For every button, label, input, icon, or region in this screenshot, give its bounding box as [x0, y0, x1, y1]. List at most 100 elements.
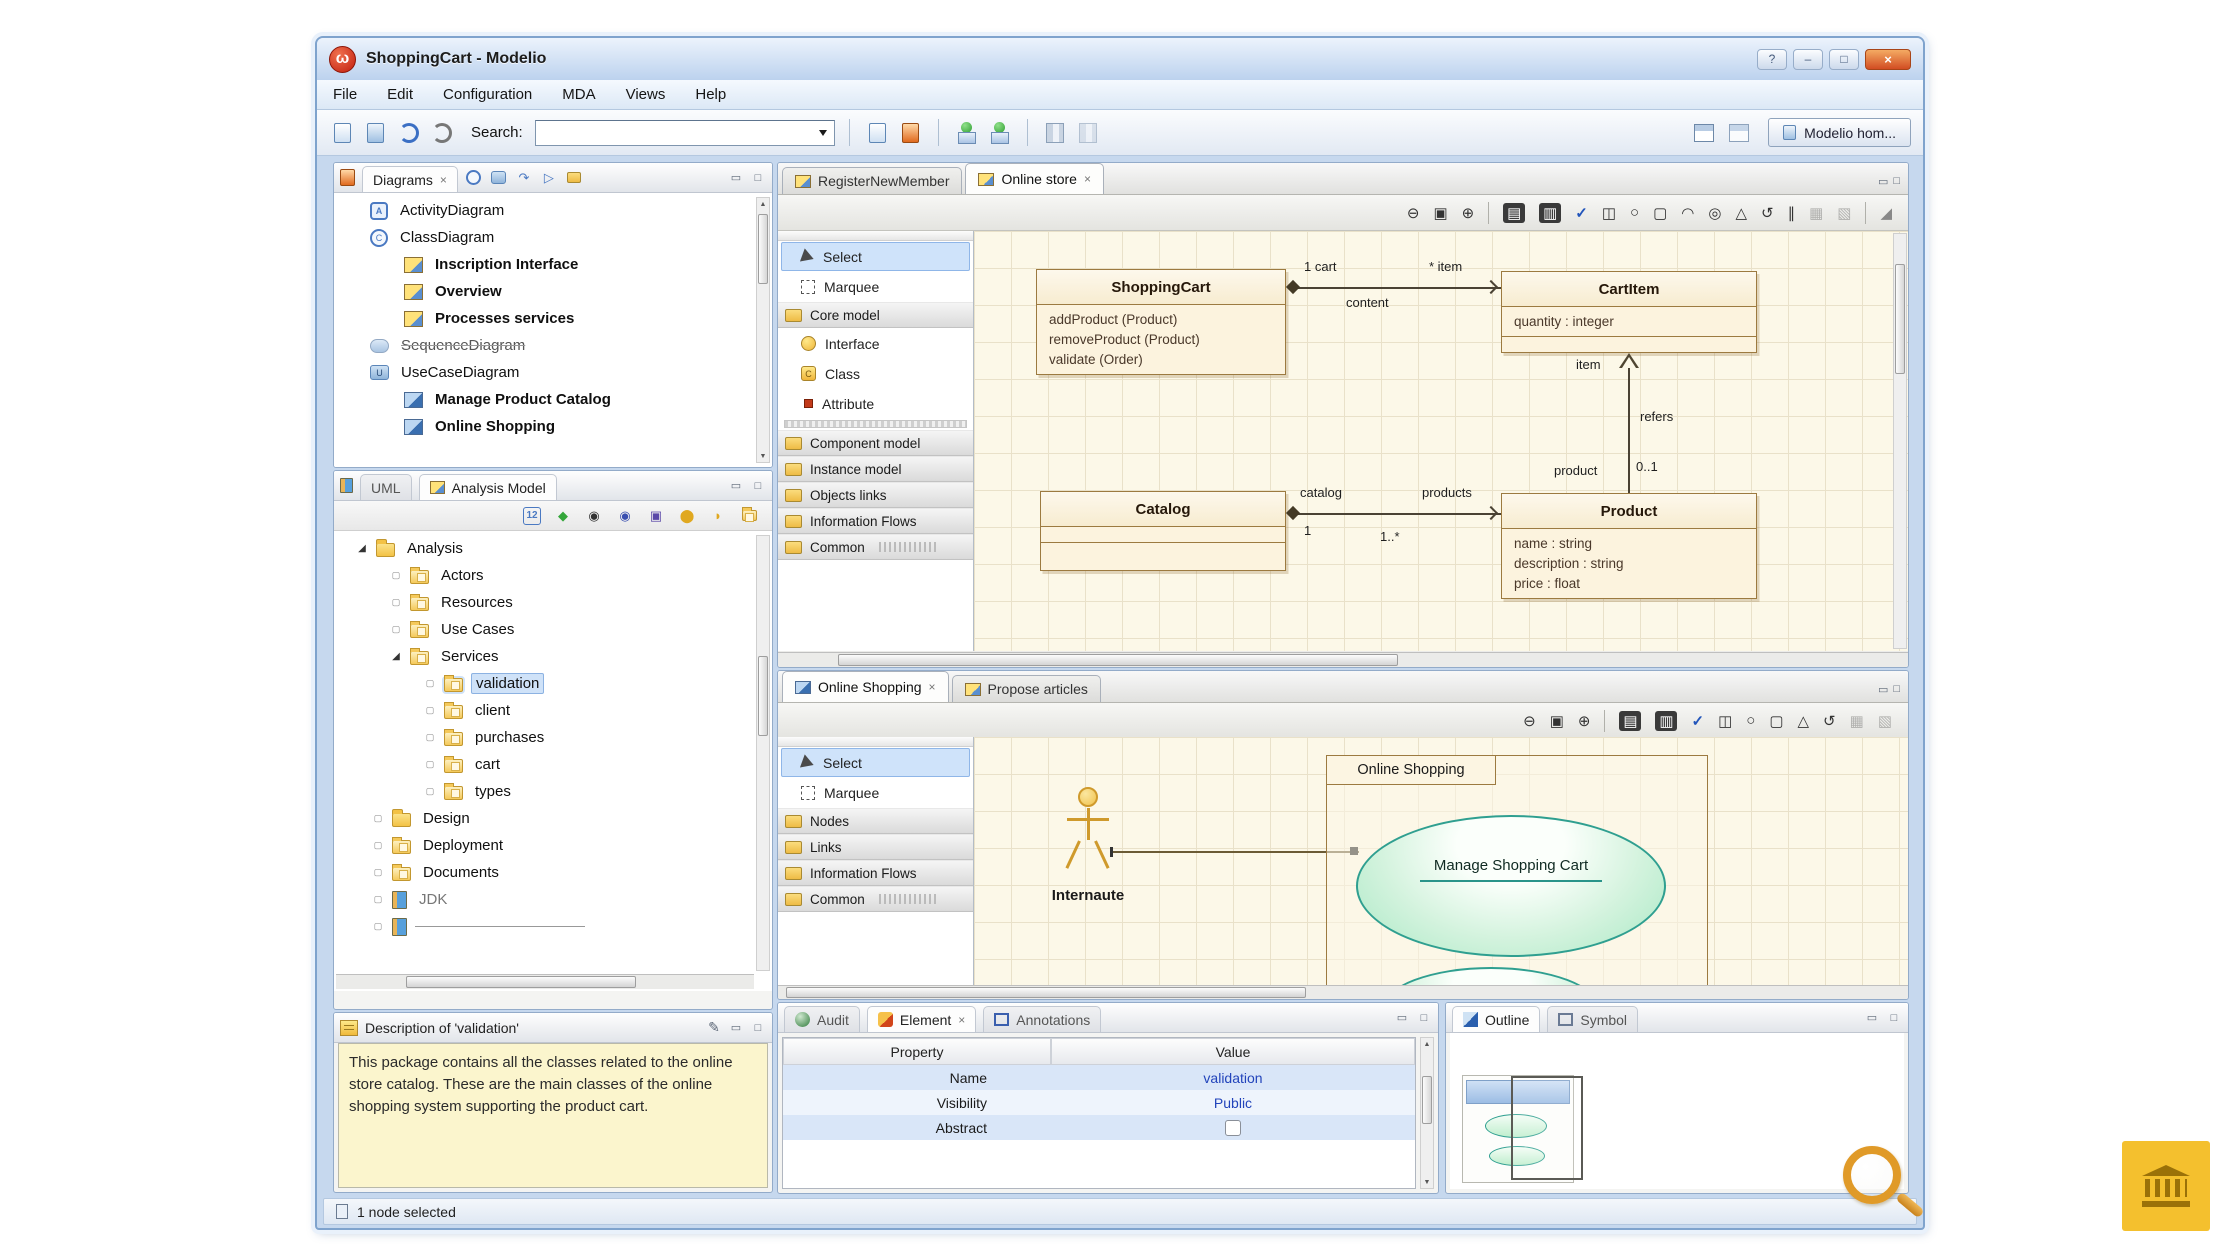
tree-item-overview[interactable]: Overview: [334, 278, 772, 305]
layout-columns-icon[interactable]: [1042, 120, 1069, 146]
properties-scrollbar[interactable]: ▲ ▼: [1420, 1037, 1434, 1189]
actor-usecase-association[interactable]: [1112, 851, 1359, 853]
grid-snap-icon[interactable]: ▦: [1809, 204, 1823, 222]
class-member[interactable]: removeProduct (Product): [1049, 332, 1273, 347]
explorer-hscrollbar[interactable]: [336, 974, 754, 989]
tab-close-icon[interactable]: ×: [1084, 172, 1091, 186]
expand-icon[interactable]: ▢: [390, 570, 402, 581]
palette-section-nodes[interactable]: Nodes: [778, 808, 973, 834]
scroll-up-icon[interactable]: ▲: [758, 198, 768, 210]
menu-help[interactable]: Help: [695, 86, 726, 103]
help-button[interactable]: ?: [1757, 49, 1787, 70]
tab-element[interactable]: Element ×: [867, 1006, 976, 1032]
expand-icon[interactable]: ▢: [424, 732, 436, 743]
menu-configuration[interactable]: Configuration: [443, 86, 532, 103]
zoom-in-icon[interactable]: ⊕: [1462, 204, 1475, 222]
association-catalog-products[interactable]: [1290, 513, 1501, 515]
palette-marquee[interactable]: Marquee: [781, 272, 970, 301]
zoom-fit-icon[interactable]: ▣: [1550, 712, 1564, 730]
tree-item-client[interactable]: ▢client: [334, 697, 772, 724]
expand-icon[interactable]: ▢: [424, 786, 436, 797]
canvas-hscrollbar[interactable]: [778, 985, 1908, 999]
tree-item-analysis[interactable]: ◢Analysis: [334, 535, 772, 562]
undo-icon[interactable]: [395, 120, 422, 146]
new-usecase-diagram-icon[interactable]: ↷: [515, 169, 533, 187]
editor-minimize-icon[interactable]: ▭: [1878, 175, 1888, 188]
arc-icon[interactable]: ◠: [1681, 204, 1694, 222]
grid-snap-icon[interactable]: ▦: [1850, 712, 1864, 730]
expand-icon[interactable]: ▢: [424, 759, 436, 770]
filter-diamond-icon[interactable]: ◆: [554, 507, 572, 525]
filter-folder-icon[interactable]: [740, 507, 758, 525]
scroll-down-icon[interactable]: ▼: [1422, 1176, 1432, 1188]
palette-class[interactable]: CClass: [781, 359, 970, 388]
zoom-out-icon[interactable]: ⊖: [1407, 204, 1420, 222]
association-name-label[interactable]: refers: [1640, 409, 1673, 424]
compare-icon[interactable]: [1075, 120, 1102, 146]
uml-class-cartitem[interactable]: CartItem quantity : integer: [1501, 271, 1757, 353]
menu-views[interactable]: Views: [626, 86, 666, 103]
redo-icon[interactable]: [428, 120, 455, 146]
save-image-icon[interactable]: ▥: [1655, 711, 1677, 731]
tab-propose-articles[interactable]: Propose articles: [952, 675, 1101, 702]
diagram-tools-icon[interactable]: [565, 169, 583, 187]
tree-item-usecase-diagram[interactable]: UUseCaseDiagram: [334, 359, 772, 386]
validate-icon[interactable]: ✓: [1575, 204, 1588, 222]
column-header-value[interactable]: Value: [1051, 1038, 1415, 1065]
association-cart-content[interactable]: [1290, 287, 1501, 289]
association-name-label[interactable]: content: [1346, 295, 1389, 310]
property-row-name[interactable]: Name validation: [783, 1065, 1415, 1090]
tab-diagrams[interactable]: Diagrams×: [362, 166, 458, 192]
menu-mda[interactable]: MDA: [562, 86, 595, 103]
commit-model-icon[interactable]: [986, 120, 1013, 146]
new-class-diagram-icon[interactable]: [465, 169, 483, 187]
palette-handle[interactable]: [778, 231, 973, 241]
palette-marquee[interactable]: Marquee: [781, 778, 970, 807]
palette-attribute[interactable]: Attribute: [781, 389, 970, 418]
palette-select[interactable]: Select: [781, 242, 970, 271]
association-item-product[interactable]: [1628, 367, 1630, 493]
filter-operation-icon[interactable]: ◉: [585, 507, 603, 525]
rotate-icon[interactable]: ↺: [1823, 712, 1836, 730]
new-sequence-diagram-icon[interactable]: [490, 169, 508, 187]
tab-online-store[interactable]: Online store ×: [965, 163, 1104, 194]
editor-maximize-icon[interactable]: □: [1893, 175, 1900, 188]
tab-analysis-model[interactable]: Analysis Model: [419, 474, 557, 500]
palette-section-information-flows[interactable]: Information Flows: [778, 860, 973, 886]
abstract-checkbox[interactable]: [1225, 1120, 1241, 1136]
palette-interface[interactable]: Interface: [781, 329, 970, 358]
panel-minimize-icon[interactable]: ▭: [1864, 1011, 1880, 1025]
edit-description-icon[interactable]: ✎: [706, 1021, 722, 1035]
triangle-icon[interactable]: △: [1798, 712, 1810, 730]
print-icon[interactable]: ▤: [1503, 203, 1525, 223]
uml-class-shoppingcart[interactable]: ShoppingCart addProduct (Product) remove…: [1036, 269, 1286, 375]
paste-model-icon[interactable]: [897, 120, 924, 146]
scroll-up-icon[interactable]: ▲: [1422, 1038, 1432, 1050]
collapse-icon[interactable]: ◢: [390, 651, 402, 662]
palette-section-instance-model[interactable]: Instance model: [778, 456, 973, 482]
tree-item-inscription-interface[interactable]: Inscription Interface: [334, 251, 772, 278]
panel-maximize-icon[interactable]: □: [750, 479, 766, 493]
actor-label[interactable]: Internaute: [1030, 887, 1146, 904]
triangle-icon[interactable]: △: [1735, 204, 1747, 222]
package-title[interactable]: Online Shopping: [1326, 755, 1496, 785]
expand-icon[interactable]: ▢: [372, 894, 384, 905]
uml-actor-internaute[interactable]: [1066, 787, 1110, 882]
palette-section-links[interactable]: Links: [778, 834, 973, 860]
palette-section-common[interactable]: Common: [778, 886, 973, 912]
tab-close-icon[interactable]: ×: [929, 680, 936, 694]
tree-item-jdk[interactable]: ▢JDK: [334, 886, 772, 913]
magnifier-icon[interactable]: [1843, 1146, 1901, 1204]
menu-edit[interactable]: Edit: [387, 86, 413, 103]
uml-class-catalog[interactable]: Catalog: [1040, 491, 1286, 571]
validate-icon[interactable]: ✓: [1691, 712, 1704, 730]
canvas-hscrollbar[interactable]: [778, 652, 1908, 667]
grid-show-icon[interactable]: ▧: [1837, 204, 1851, 222]
expand-icon[interactable]: ▢: [390, 597, 402, 608]
canvas-vscrollbar[interactable]: [1893, 233, 1907, 649]
layout-icon[interactable]: ◫: [1718, 712, 1732, 730]
tree-item-online-shopping[interactable]: Online Shopping: [334, 413, 772, 440]
multiplicity-label[interactable]: 1 cart: [1304, 259, 1337, 274]
expand-icon[interactable]: ▢: [372, 840, 384, 851]
tree-item-types[interactable]: ▢types: [334, 778, 772, 805]
